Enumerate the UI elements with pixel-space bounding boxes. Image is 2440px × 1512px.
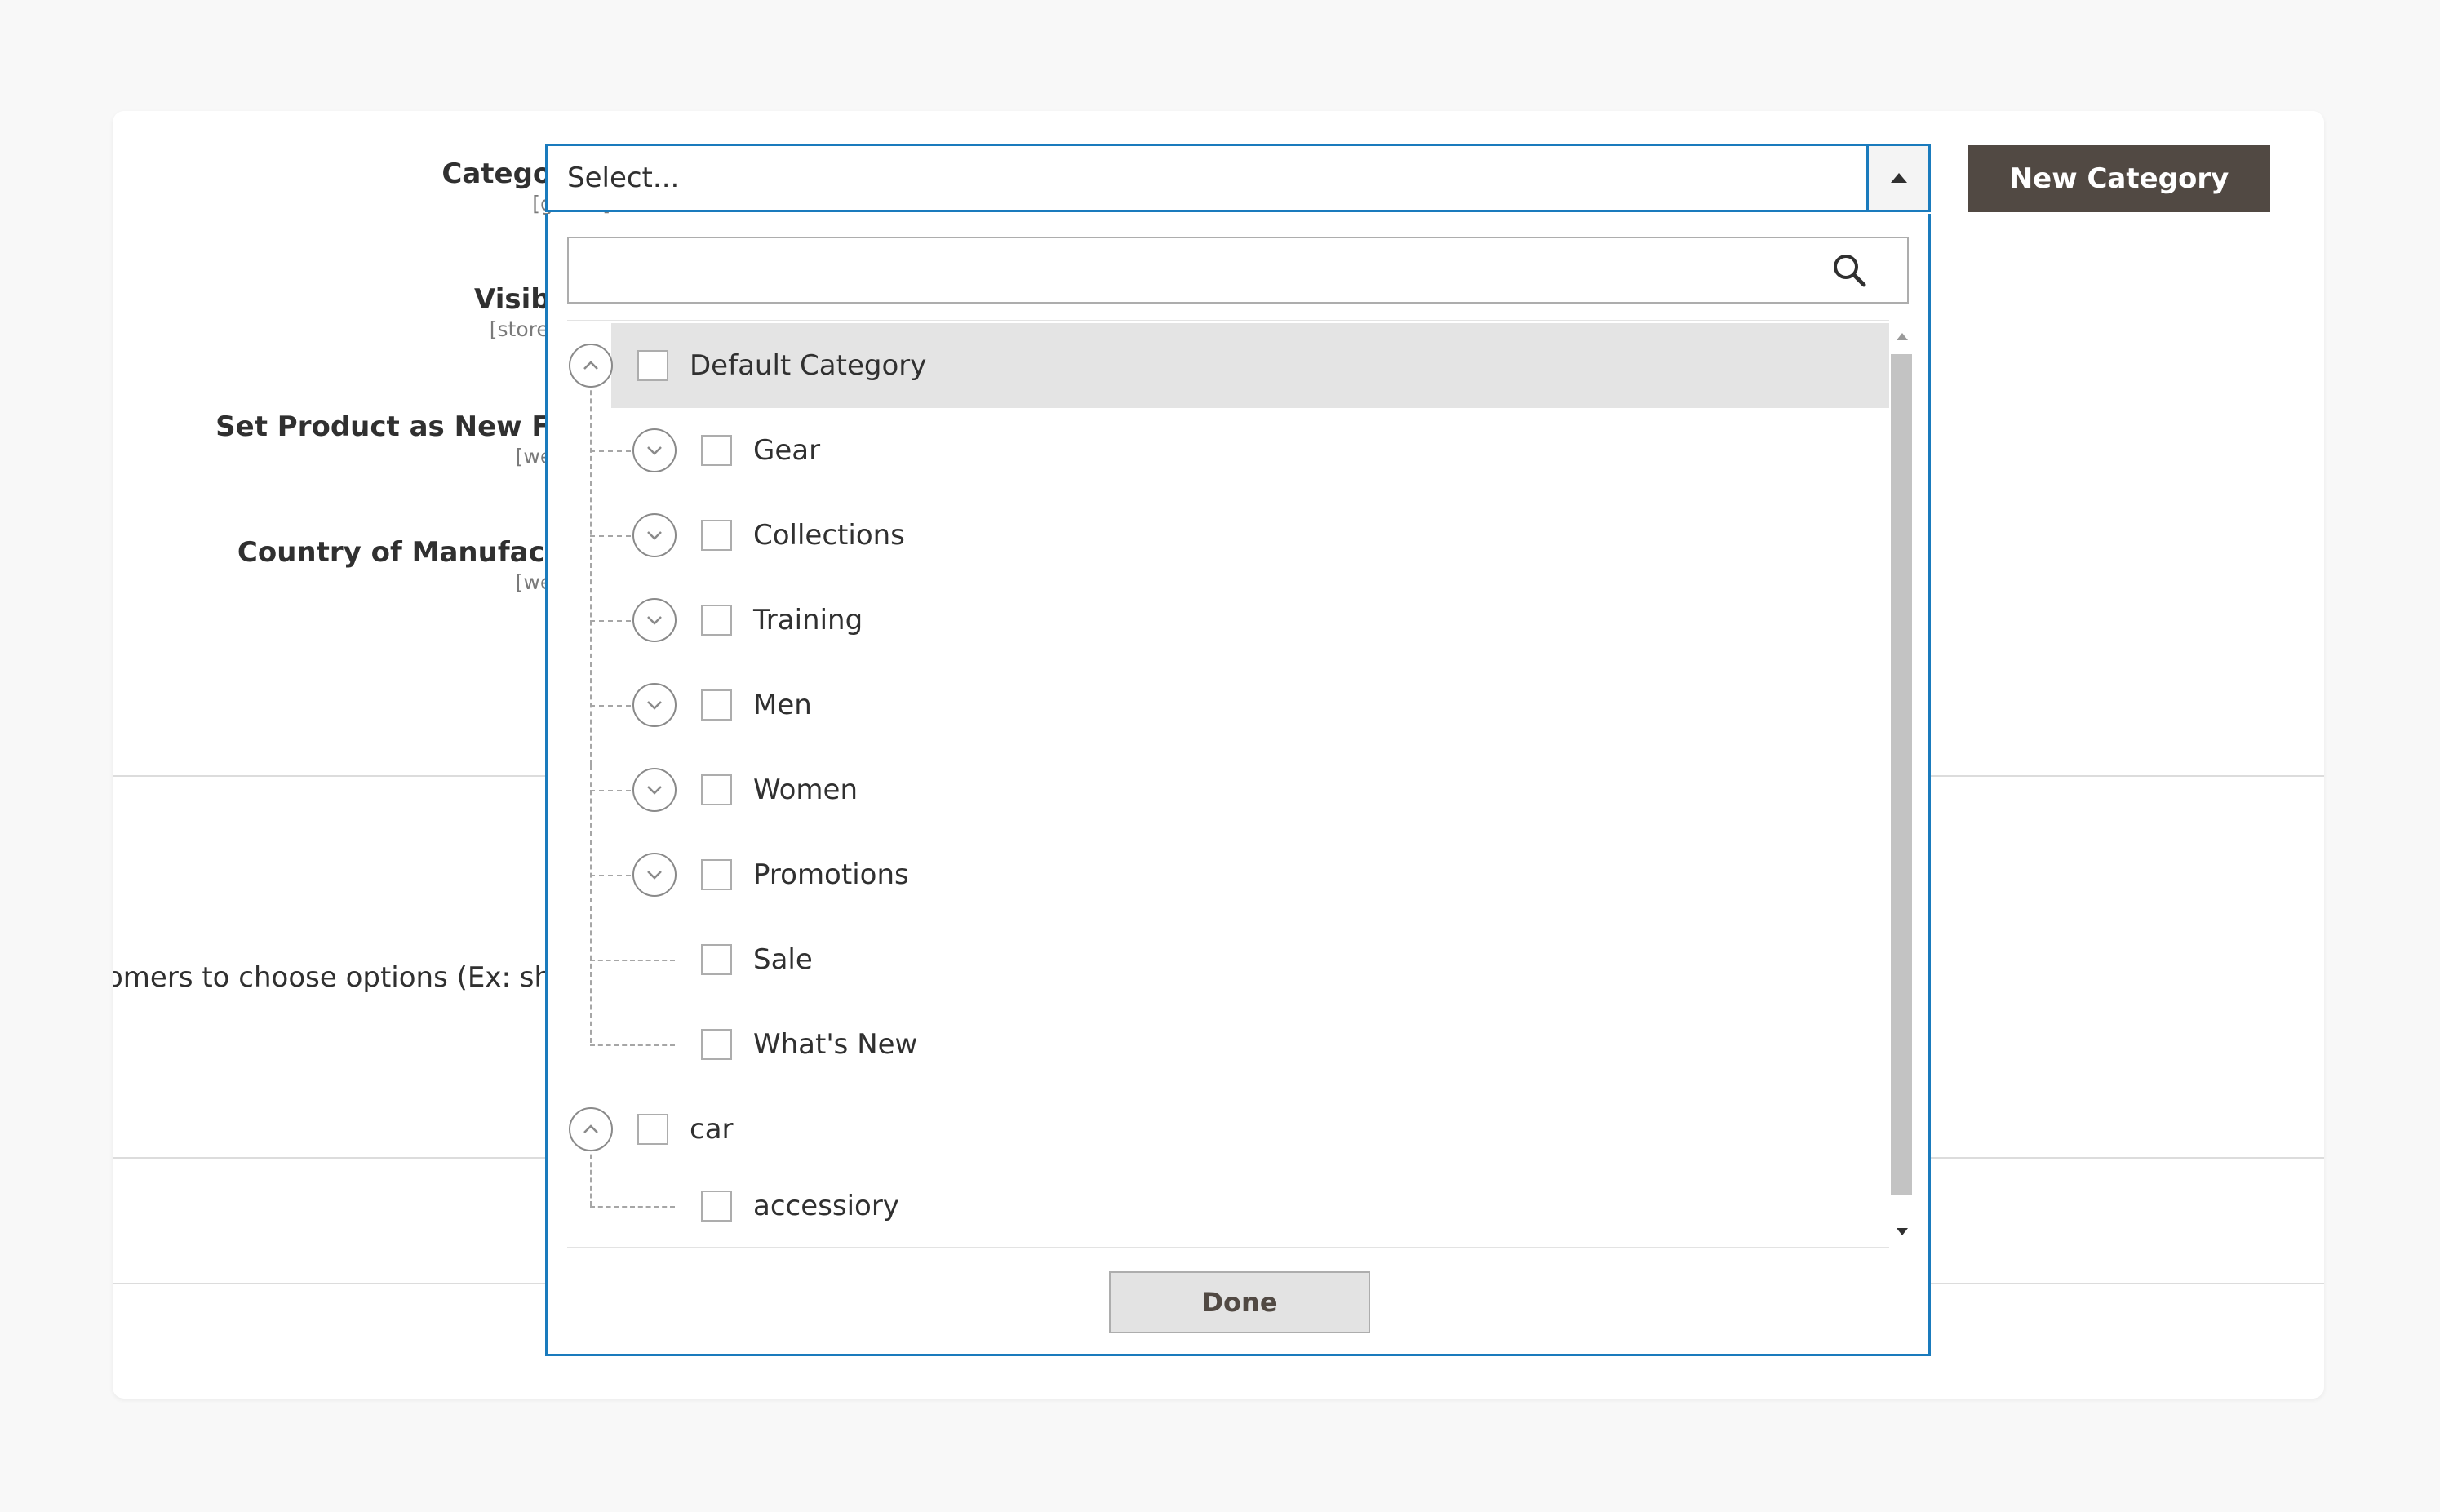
category-label: Sale <box>753 943 813 976</box>
category-label: Women <box>753 774 858 806</box>
expand-toggle[interactable] <box>632 683 677 727</box>
tree-item-whats-new[interactable]: What's New <box>567 1002 1889 1087</box>
chevron-down-icon <box>647 531 662 540</box>
category-label: Default Category <box>690 349 927 382</box>
tree-item-default-category[interactable]: Default Category <box>567 323 1889 408</box>
scrollbar-thumb[interactable] <box>1891 354 1912 1195</box>
select-toggle-button[interactable] <box>1866 146 1928 210</box>
tree-item-gear[interactable]: Gear <box>567 408 1889 493</box>
caret-up-icon <box>1890 173 1907 183</box>
search-icon[interactable] <box>1829 250 1870 290</box>
chevron-down-icon <box>647 871 662 880</box>
tree-item-women[interactable]: Women <box>567 747 1889 832</box>
tree-item-training[interactable]: Training <box>567 578 1889 663</box>
tree-item-accessiory[interactable]: accessiory <box>567 1172 1889 1247</box>
chevron-down-icon <box>647 446 662 455</box>
category-checkbox[interactable] <box>701 1029 732 1060</box>
category-label: accessiory <box>753 1190 899 1222</box>
configurations-hint-text: omers to choose options (Ex: shirt <box>113 961 582 994</box>
tree-item-promotions[interactable]: Promotions <box>567 832 1889 917</box>
category-checkbox[interactable] <box>701 774 732 805</box>
select-placeholder: Select... <box>567 162 680 194</box>
expand-toggle[interactable] <box>632 428 677 472</box>
chevron-down-icon <box>647 616 662 625</box>
scroll-up-arrow-icon[interactable] <box>1897 333 1908 340</box>
scroll-down-arrow-icon[interactable] <box>1897 1228 1908 1235</box>
category-checkbox[interactable] <box>637 1114 668 1145</box>
tree-item-car[interactable]: car <box>567 1087 1889 1172</box>
categories-dropdown: Default Category Gear Collections Traini… <box>545 214 1931 1356</box>
collapse-toggle[interactable] <box>569 344 613 388</box>
category-search-input[interactable] <box>567 237 1909 304</box>
category-checkbox[interactable] <box>701 520 732 551</box>
category-label: Men <box>753 689 812 721</box>
category-checkbox[interactable] <box>701 1191 732 1222</box>
expand-toggle[interactable] <box>632 853 677 897</box>
category-label: Training <box>753 604 863 636</box>
chevron-up-icon <box>583 1124 598 1133</box>
expand-toggle[interactable] <box>632 598 677 642</box>
category-checkbox[interactable] <box>701 859 732 890</box>
categories-select[interactable]: Select... <box>545 144 1931 212</box>
collapse-toggle[interactable] <box>569 1107 613 1151</box>
tree-item-men[interactable]: Men <box>567 663 1889 747</box>
category-checkbox[interactable] <box>701 605 732 636</box>
chevron-down-icon <box>647 786 662 795</box>
tree-item-sale[interactable]: Sale <box>567 917 1889 1002</box>
done-button[interactable]: Done <box>1109 1271 1370 1333</box>
category-label: car <box>690 1113 734 1146</box>
category-checkbox[interactable] <box>637 350 668 381</box>
expand-toggle[interactable] <box>632 513 677 557</box>
tree-item-collections[interactable]: Collections <box>567 493 1889 578</box>
expand-toggle[interactable] <box>632 768 677 812</box>
chevron-up-icon <box>583 361 598 370</box>
new-category-button[interactable]: New Category <box>1968 145 2270 212</box>
category-tree: Default Category Gear Collections Traini… <box>567 320 1889 1248</box>
chevron-down-icon <box>647 701 662 710</box>
category-checkbox[interactable] <box>701 944 732 975</box>
category-checkbox[interactable] <box>701 435 732 466</box>
category-label: What's New <box>753 1028 918 1061</box>
category-checkbox[interactable] <box>701 689 732 721</box>
tree-scrollbar[interactable] <box>1889 321 1914 1247</box>
category-label: Promotions <box>753 858 909 891</box>
category-label: Gear <box>753 434 821 467</box>
category-label: Collections <box>753 519 905 552</box>
